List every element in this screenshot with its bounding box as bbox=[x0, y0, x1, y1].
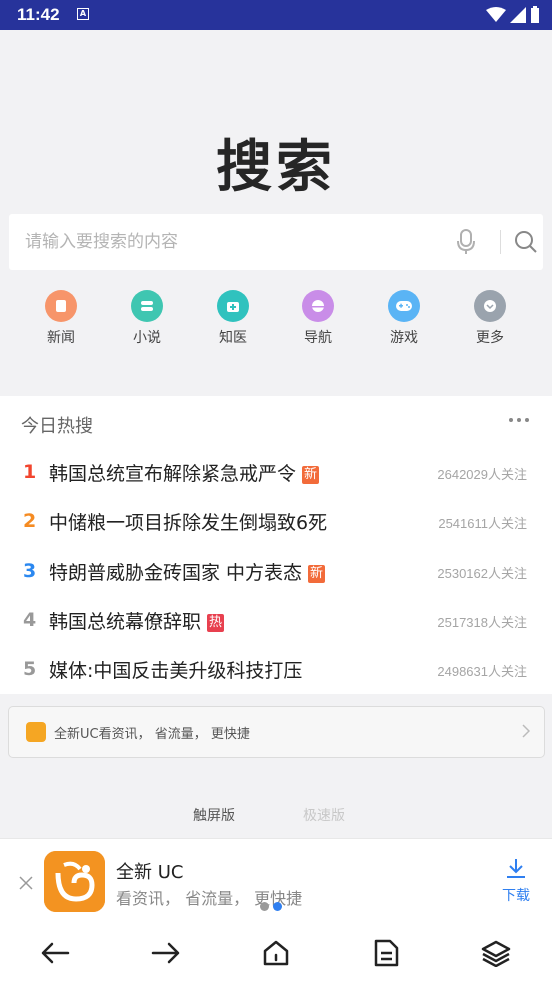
search-input[interactable] bbox=[25, 214, 425, 270]
new-badge: 新 bbox=[308, 565, 326, 583]
hot-text: 媒体:中国反击美升级科技打压 bbox=[49, 656, 302, 683]
quick-nav-label: 导航 bbox=[304, 330, 332, 346]
search-icon[interactable] bbox=[514, 230, 538, 254]
download-banner: 全新 UC 看资讯， 省流量， 更快捷 下载 bbox=[0, 838, 552, 920]
quick-nav-label: 游戏 bbox=[390, 330, 418, 346]
notification-icon: A bbox=[77, 8, 89, 20]
quick-nav-game[interactable]: 游戏 bbox=[369, 290, 439, 347]
quick-nav-more[interactable]: 更多 bbox=[455, 290, 525, 347]
hot-badge: 热 bbox=[207, 614, 225, 632]
hot-count: 2498631人关注 bbox=[437, 664, 527, 679]
wifi-icon bbox=[486, 7, 506, 22]
download-icon bbox=[507, 859, 525, 878]
uc-logo-icon bbox=[26, 722, 46, 742]
hot-rank: 1 bbox=[23, 461, 37, 483]
close-icon[interactable] bbox=[18, 875, 34, 891]
fast-version-link[interactable]: 极速版 bbox=[303, 805, 345, 825]
app-name: 全新 UC bbox=[116, 862, 184, 883]
navigation-icon bbox=[302, 290, 334, 322]
layers-icon bbox=[481, 940, 511, 967]
hot-rank: 3 bbox=[23, 560, 37, 582]
hot-search-panel: 今日热搜 1 韩国总统宣布解除紧急戒严令新 2642029人关注 2 中储粮一项… bbox=[0, 396, 552, 694]
search-box[interactable] bbox=[9, 214, 543, 270]
download-label: 下载 bbox=[502, 888, 530, 904]
hot-search-item[interactable]: 5 媒体:中国反击美升级科技打压 2498631人关注 bbox=[0, 644, 552, 694]
search-divider bbox=[500, 230, 501, 254]
quick-nav-label: 更多 bbox=[476, 330, 504, 346]
hot-rank: 5 bbox=[23, 658, 37, 680]
status-time: 11:42 bbox=[17, 5, 60, 24]
quick-nav-label: 新闻 bbox=[47, 330, 75, 346]
novel-icon bbox=[131, 290, 163, 322]
uc-promo-banner[interactable]: 全新UC看资讯， 省流量， 更快捷 bbox=[8, 706, 545, 758]
hot-search-item[interactable]: 1 韩国总统宣布解除紧急戒严令新 2642029人关注 bbox=[0, 447, 552, 497]
forward-button[interactable] bbox=[150, 937, 182, 969]
hot-rank: 4 bbox=[23, 609, 37, 631]
quick-nav: 新闻 小说 知医 导航 游戏 更多 bbox=[19, 290, 533, 350]
chevron-right-icon bbox=[522, 724, 530, 738]
bottom-toolbar bbox=[0, 920, 552, 983]
download-button[interactable]: 下载 bbox=[496, 857, 536, 905]
quick-nav-label: 小说 bbox=[133, 330, 161, 346]
page-title: 搜索 bbox=[216, 135, 336, 200]
hot-text-label: 媒体:中国反击美升级科技打压 bbox=[49, 660, 303, 682]
back-button[interactable] bbox=[39, 937, 71, 969]
battery-icon bbox=[531, 6, 539, 23]
status-icons bbox=[486, 6, 540, 24]
quick-nav-news[interactable]: 新闻 bbox=[26, 290, 96, 347]
hot-count: 2517318人关注 bbox=[437, 615, 527, 630]
hot-search-item[interactable]: 3 特朗普威胁金砖国家 中方表态新 2530162人关注 bbox=[0, 546, 552, 596]
hot-search-title: 今日热搜 bbox=[21, 416, 93, 437]
quick-nav-navigation[interactable]: 导航 bbox=[283, 290, 353, 347]
quick-nav-label: 知医 bbox=[219, 330, 247, 346]
hot-text: 中储粮一项目拆除发生倒塌致6死 bbox=[49, 508, 327, 535]
hot-text: 韩国总统幕僚辞职热 bbox=[49, 607, 225, 634]
home-icon bbox=[263, 940, 289, 966]
home-button[interactable] bbox=[260, 937, 292, 969]
hot-search-item[interactable]: 4 韩国总统幕僚辞职热 2517318人关注 bbox=[0, 595, 552, 645]
signal-icon bbox=[510, 7, 526, 23]
hot-search-item[interactable]: 2 中储粮一项目拆除发生倒塌致6死 2541611人关注 bbox=[0, 496, 552, 546]
hot-text-label: 特朗普威胁金砖国家 中方表态 bbox=[49, 562, 303, 584]
hot-text: 特朗普威胁金砖国家 中方表态新 bbox=[49, 558, 326, 585]
promo-text: 全新UC看资讯， 省流量， 更快捷 bbox=[54, 727, 250, 742]
hot-text-label: 韩国总统幕僚辞职 bbox=[49, 611, 202, 633]
microphone-icon[interactable] bbox=[457, 229, 475, 255]
medical-icon bbox=[217, 290, 249, 322]
touch-version-link[interactable]: 触屏版 bbox=[193, 805, 235, 825]
back-icon bbox=[41, 942, 70, 964]
pages-icon bbox=[374, 939, 399, 967]
game-icon bbox=[388, 290, 420, 322]
forward-icon bbox=[151, 942, 180, 964]
quick-nav-medical[interactable]: 知医 bbox=[198, 290, 268, 347]
carousel-indicator bbox=[260, 902, 282, 911]
layers-button[interactable] bbox=[480, 937, 512, 969]
new-badge: 新 bbox=[302, 466, 320, 484]
status-bar: 11:42 A bbox=[0, 0, 552, 30]
uc-app-icon bbox=[44, 851, 105, 912]
hot-text-label: 中储粮一项目拆除发生倒塌致6死 bbox=[49, 512, 328, 534]
hot-count: 2541611人关注 bbox=[438, 516, 527, 531]
pages-button[interactable] bbox=[370, 937, 402, 969]
more-icon bbox=[474, 290, 506, 322]
news-icon bbox=[45, 290, 77, 322]
hot-count: 2642029人关注 bbox=[437, 467, 527, 482]
hot-rank: 2 bbox=[23, 510, 37, 532]
more-options-icon[interactable] bbox=[509, 418, 529, 422]
hot-text: 韩国总统宣布解除紧急戒严令新 bbox=[49, 459, 320, 486]
hot-text-label: 韩国总统宣布解除紧急戒严令 bbox=[49, 463, 297, 485]
quick-nav-novel[interactable]: 小说 bbox=[112, 290, 182, 347]
hot-count: 2530162人关注 bbox=[437, 566, 527, 581]
